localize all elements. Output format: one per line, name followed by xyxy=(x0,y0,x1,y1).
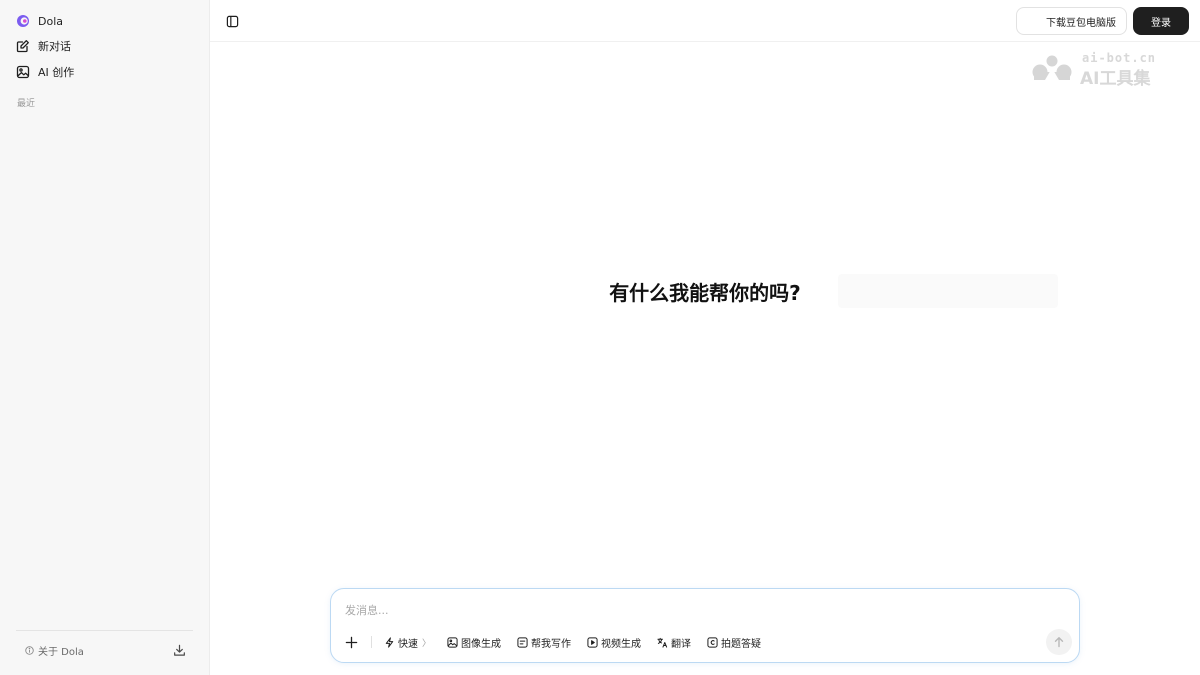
toolbar-divider xyxy=(371,636,372,648)
info-icon xyxy=(25,646,34,655)
sidebar-logo-dola[interactable]: Dola xyxy=(16,11,63,31)
sidebar-item-ai-create[interactable]: AI 创作 xyxy=(16,62,74,82)
message-input[interactable] xyxy=(345,601,945,619)
tool-translate[interactable]: 翻译 xyxy=(657,635,691,650)
composer-tools: 快速 〉 图像生成 帮我写作 视频生成 翻译 拍题答疑 xyxy=(384,634,777,650)
dola-logo-icon xyxy=(16,14,30,28)
image-icon xyxy=(447,636,458,648)
tool-fast[interactable]: 快速 〉 xyxy=(384,635,431,650)
sidebar-item-new-chat[interactable]: 新对话 xyxy=(16,36,71,56)
sidebar: Dola 新对话 AI 创作 最近 关于 Dola xyxy=(0,0,210,675)
sidebar-toggle-icon xyxy=(226,15,238,27)
photo-question-icon xyxy=(707,636,718,648)
sidebar-divider xyxy=(16,630,193,631)
tool-label: 拍题答疑 xyxy=(721,638,762,650)
download-desktop-button[interactable]: 下载豆包电脑版 xyxy=(1016,7,1127,35)
watermark-title: AI工具集 xyxy=(1080,69,1151,89)
tool-label: 视频生成 xyxy=(601,638,642,650)
translate-icon xyxy=(657,637,668,648)
greeting-placeholder-block xyxy=(838,274,1058,308)
watermark: ai-bot.cn AI工具集 xyxy=(1030,50,1170,89)
tool-label: 翻译 xyxy=(671,638,692,650)
watermark-url: ai-bot.cn xyxy=(1082,51,1157,65)
chevron-right-icon: 〉 xyxy=(422,638,432,649)
tool-help-write[interactable]: 帮我写作 xyxy=(517,635,571,650)
attach-button[interactable] xyxy=(343,634,359,650)
video-icon xyxy=(587,636,598,648)
toggle-sidebar-button[interactable] xyxy=(224,13,240,29)
sidebar-item-label: AI 创作 xyxy=(38,66,75,79)
tool-label: 快速 xyxy=(398,638,418,650)
download-icon xyxy=(173,644,185,656)
tool-label: 帮我写作 xyxy=(531,638,572,650)
image-icon xyxy=(16,65,30,79)
download-app-button[interactable] xyxy=(171,642,187,658)
about-dola-link[interactable]: 关于 Dola xyxy=(25,643,84,658)
greeting-heading: 有什么我能帮你的吗? xyxy=(609,281,801,305)
top-bar: 下载豆包电脑版 登录 xyxy=(210,0,1200,42)
arrow-up-icon xyxy=(1054,637,1064,648)
recent-section-label: 最近 xyxy=(17,99,36,109)
about-label: 关于 Dola xyxy=(38,647,84,658)
watermark-logo-icon xyxy=(1032,55,1072,80)
tool-video-generation[interactable]: 视频生成 xyxy=(587,635,641,650)
message-composer: 快速 〉 图像生成 帮我写作 视频生成 xyxy=(330,588,1080,663)
tool-photo-question[interactable]: 拍题答疑 xyxy=(707,635,761,650)
lightning-icon xyxy=(385,636,394,648)
sidebar-item-label: 新对话 xyxy=(38,40,71,53)
send-button[interactable] xyxy=(1046,629,1072,655)
plus-icon xyxy=(345,636,357,648)
sidebar-logo-label: Dola xyxy=(38,14,63,28)
login-button[interactable]: 登录 xyxy=(1133,7,1189,35)
write-icon xyxy=(517,636,528,648)
tool-image-generation[interactable]: 图像生成 xyxy=(447,635,501,650)
tool-label: 图像生成 xyxy=(461,638,502,650)
edit-icon xyxy=(16,39,30,53)
